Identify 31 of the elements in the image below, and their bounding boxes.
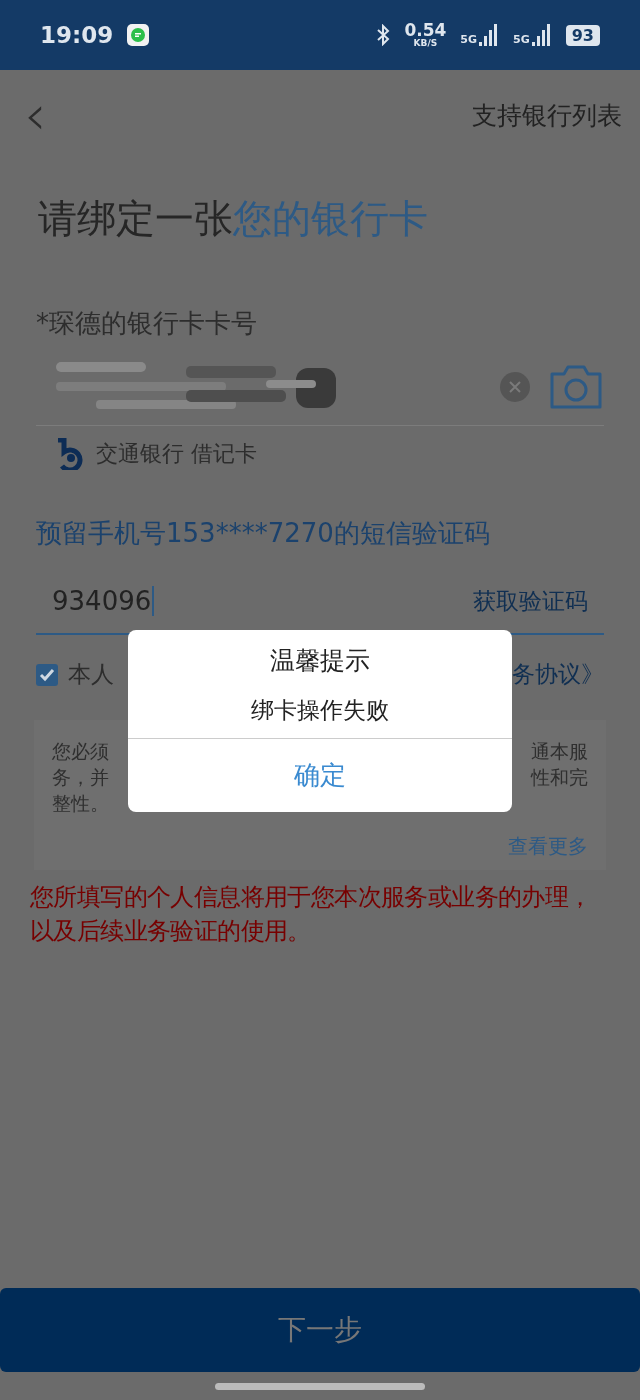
agreement-text: 本人 bbox=[68, 660, 114, 689]
get-code-button[interactable]: 获取验证码 bbox=[473, 585, 588, 617]
bank-name: 交通银行 借记卡 bbox=[96, 440, 257, 468]
back-button[interactable]: ‹ bbox=[16, 87, 55, 143]
signal-icon bbox=[531, 24, 552, 46]
agreement-link[interactable]: 务协议》 bbox=[512, 659, 604, 690]
clear-icon[interactable] bbox=[500, 372, 530, 402]
field-label: *琛德的银行卡卡号 bbox=[35, 307, 258, 340]
clock-time: 19:09 bbox=[40, 22, 114, 48]
message-app-icon bbox=[127, 24, 150, 46]
info-text: 务，并 bbox=[52, 765, 109, 790]
page-title: 请绑定一张您的银行卡 bbox=[37, 195, 429, 243]
home-indicator[interactable] bbox=[215, 1382, 425, 1390]
network-speed: 0.54 bbox=[404, 22, 447, 39]
info-text: 性和完 bbox=[531, 765, 588, 790]
agreement-checkbox[interactable] bbox=[36, 663, 58, 686]
info-text: 您必须 bbox=[52, 739, 109, 764]
dialog-message: 绑卡操作失败 bbox=[251, 696, 389, 725]
network-type: 5G bbox=[460, 33, 478, 46]
sms-code-label: 预留手机号153****7270的短信验证码 bbox=[35, 517, 491, 550]
dialog-title: 温馨提示 bbox=[270, 645, 370, 677]
info-text: 通本服 bbox=[531, 739, 588, 764]
bluetooth-icon bbox=[376, 24, 391, 46]
supported-banks-link[interactable]: 支持银行列表 bbox=[472, 98, 622, 132]
signal-icon bbox=[479, 24, 500, 46]
battery-level: 93 bbox=[565, 24, 600, 46]
speed-unit: KB/S bbox=[413, 39, 438, 48]
privacy-notice: 您所填写的个人信息将用于您本次服务或业务的办理，以及后续业务验证的使用。 bbox=[29, 882, 593, 947]
info-text: 整性。 bbox=[52, 791, 109, 816]
network-type: 5G bbox=[513, 33, 530, 46]
confirm-button[interactable]: 确定 bbox=[128, 738, 512, 812]
